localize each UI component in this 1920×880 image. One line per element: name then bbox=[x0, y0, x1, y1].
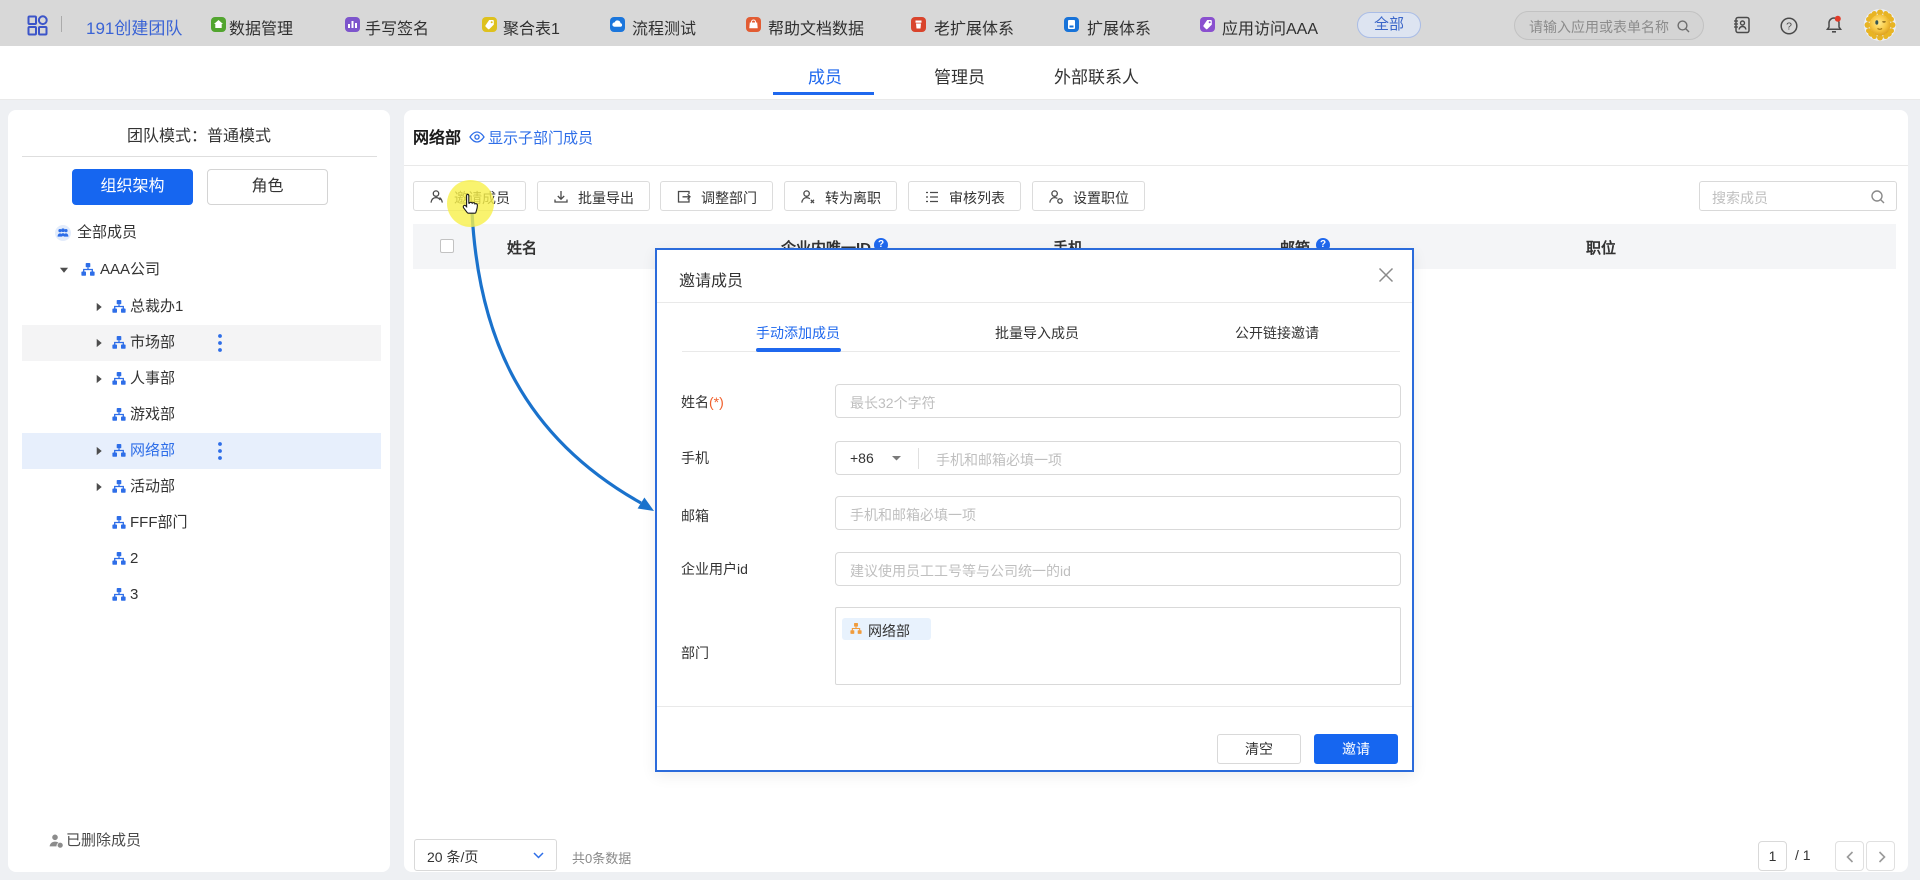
svg-text:?: ? bbox=[1786, 21, 1792, 33]
